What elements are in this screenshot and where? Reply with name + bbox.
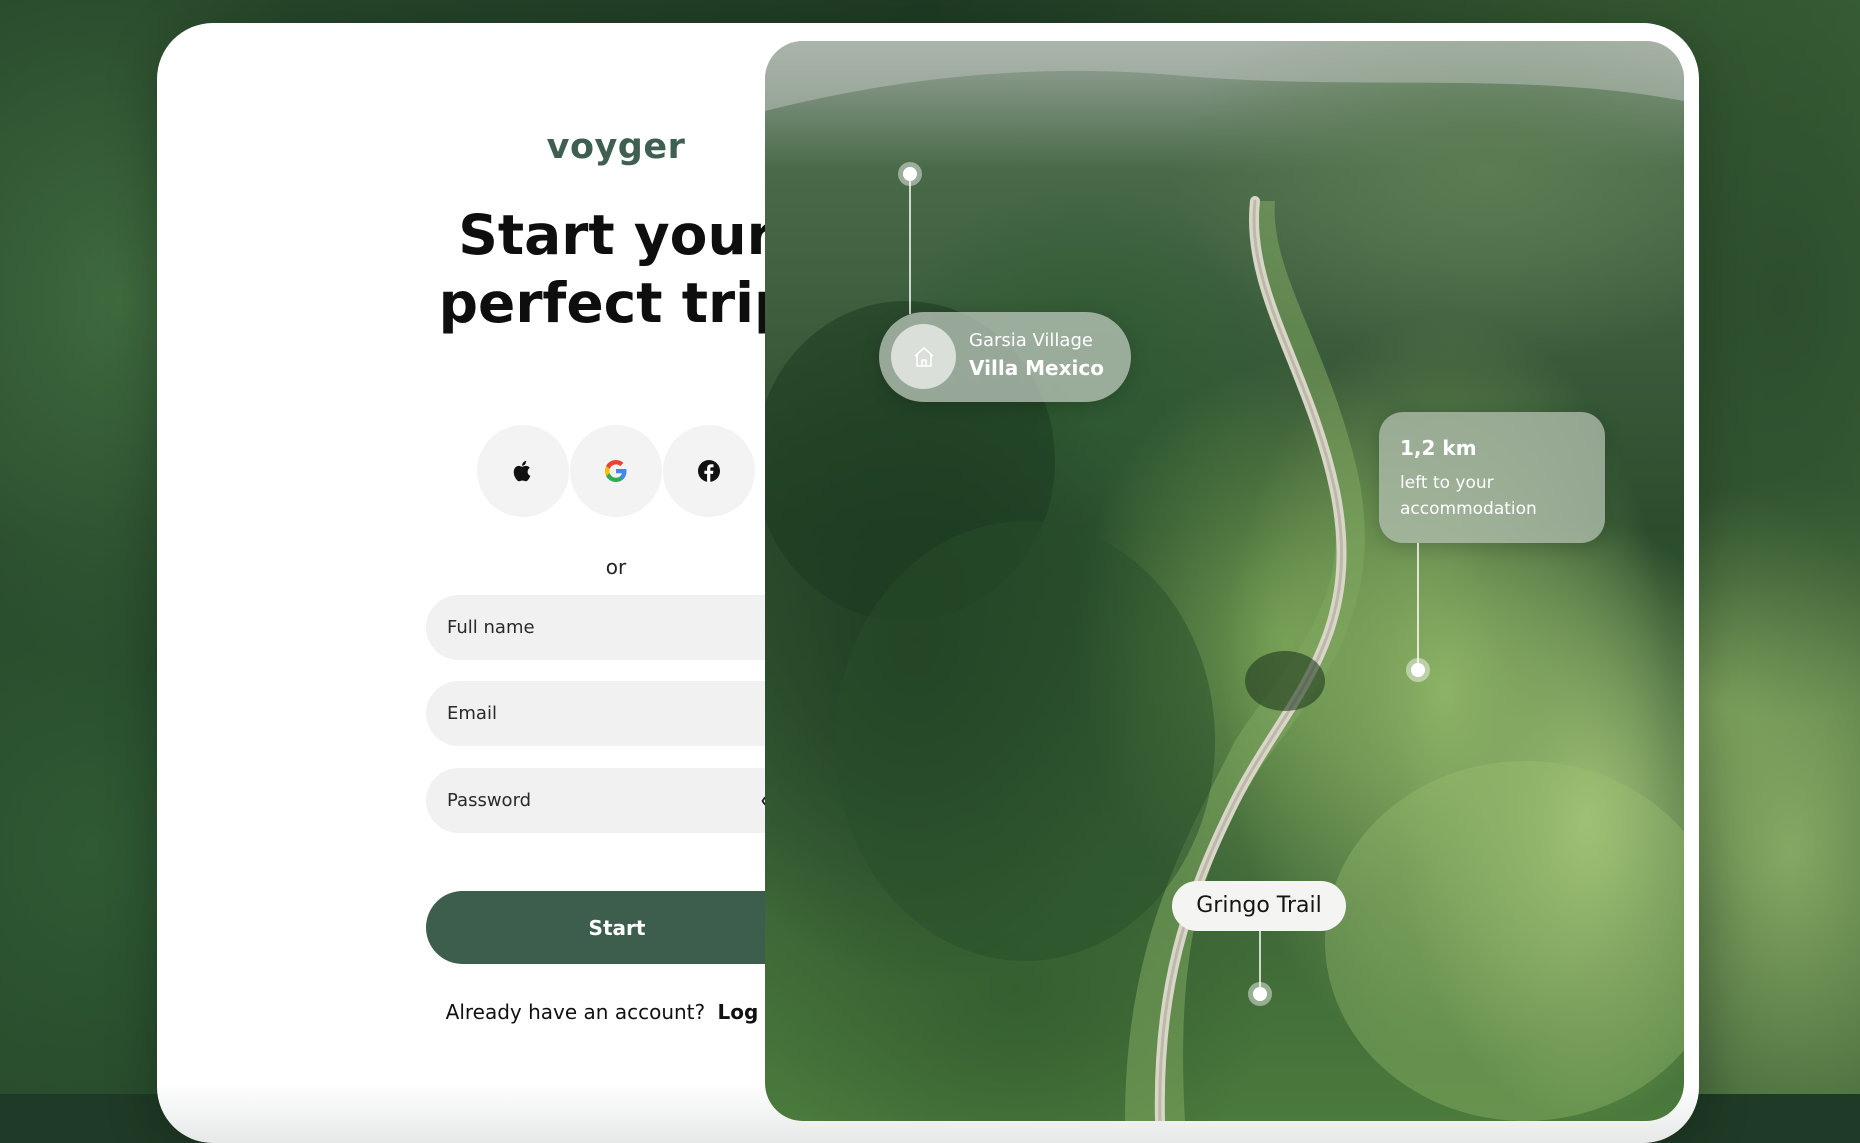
- home-icon: [913, 346, 934, 367]
- apple-login-button[interactable]: [477, 425, 569, 517]
- distance-card[interactable]: 1,2 km left to your accommodation: [1379, 412, 1605, 543]
- email-input[interactable]: [426, 681, 808, 746]
- apple-icon: [513, 460, 531, 482]
- distance-description: left to your accommodation: [1400, 473, 1537, 519]
- password-field-wrapper: [426, 768, 808, 833]
- google-icon: [605, 460, 627, 482]
- village-pin-dot: [903, 167, 917, 181]
- google-login-button[interactable]: [570, 425, 662, 517]
- distance-pin-dot: [1411, 663, 1425, 677]
- distance-value: 1,2 km: [1400, 436, 1477, 460]
- facebook-icon: [698, 460, 720, 482]
- start-button[interactable]: Start: [426, 891, 808, 964]
- full-name-input[interactable]: [426, 595, 808, 660]
- trail-pin-dot: [1253, 987, 1267, 1001]
- login-prompt-text: Already have an account?: [445, 1000, 706, 1024]
- trail-name-label[interactable]: Gringo Trail: [1172, 881, 1346, 931]
- facebook-login-button[interactable]: [663, 425, 755, 517]
- village-title: Villa Mexico: [969, 356, 1104, 380]
- village-pin-line: [909, 174, 911, 314]
- social-login-group: [477, 425, 755, 517]
- full-name-field-wrapper: [426, 595, 808, 660]
- trail-photo: Garsia Village Villa Mexico 1,2 km left …: [765, 41, 1684, 1121]
- village-subtitle: Garsia Village: [969, 330, 1093, 351]
- distance-pin-line: [1417, 543, 1419, 671]
- trail-pin-line: [1259, 931, 1261, 991]
- password-input[interactable]: [426, 768, 808, 833]
- village-icon-badge: [891, 324, 956, 389]
- village-location-card[interactable]: Garsia Village Villa Mexico: [879, 312, 1131, 402]
- trail-terrain-graphic: [765, 41, 1684, 1121]
- email-field-wrapper: [426, 681, 808, 746]
